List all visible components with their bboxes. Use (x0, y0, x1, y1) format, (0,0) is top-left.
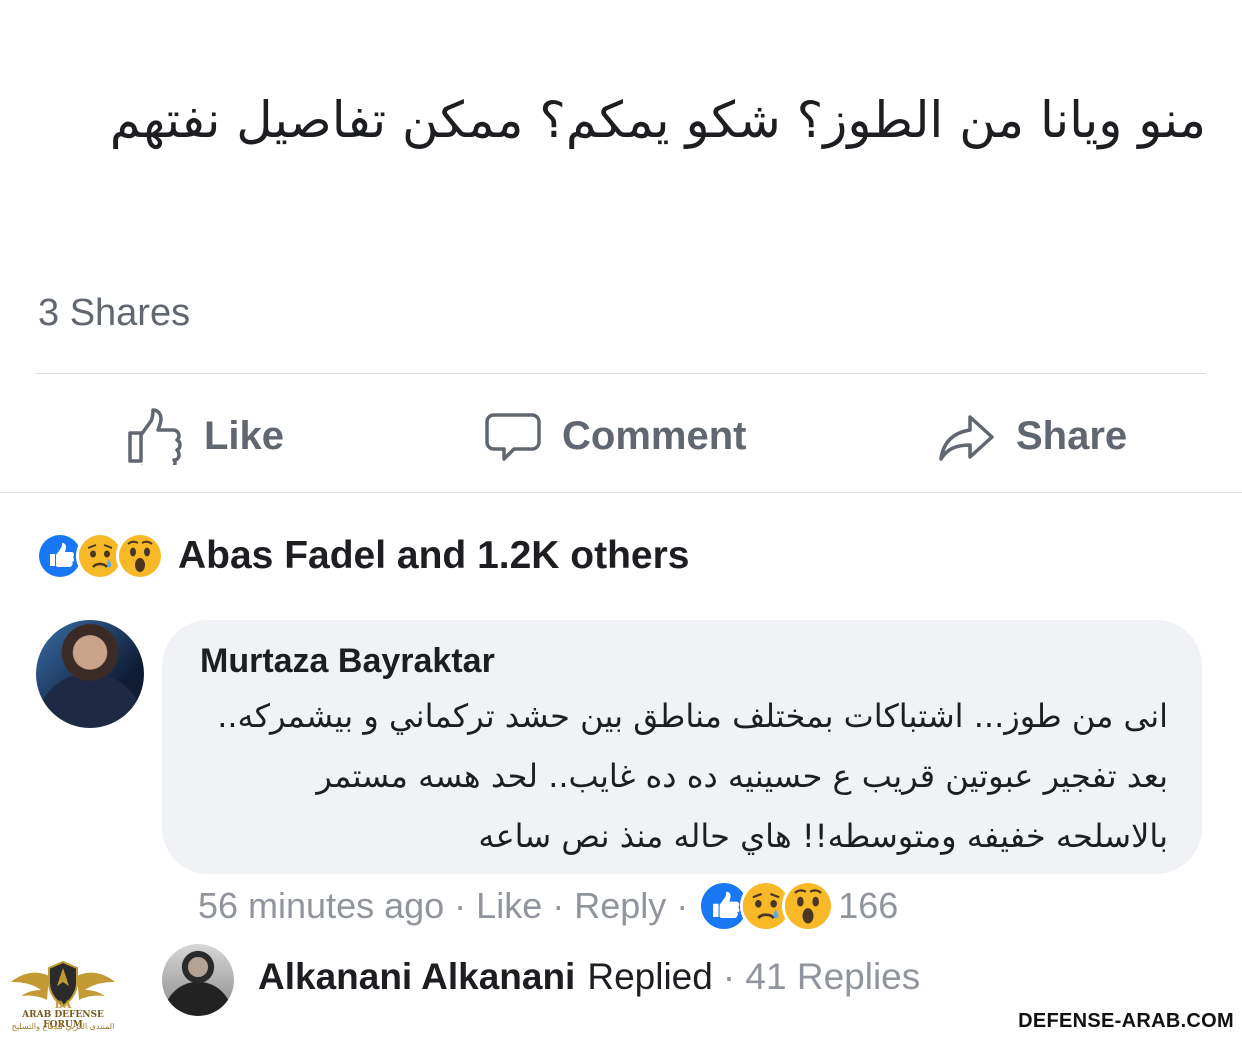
reply-author: Alkanani Alkanani (258, 956, 576, 997)
like-label: Like (204, 413, 285, 458)
replies-preview[interactable]: Alkanani Alkanani Replied · 41 Replies (258, 956, 920, 998)
divider (0, 492, 1242, 493)
comment-button[interactable]: Comment (484, 396, 746, 476)
like-button[interactable]: Like (126, 396, 284, 476)
comment-icon (485, 413, 541, 461)
post-text: منو ويانا من الطوز؟ شكو يمكم؟ ممكن تفاصي… (109, 91, 1206, 149)
reply-action: Replied (587, 956, 713, 997)
comment-bubble: Murtaza Bayraktar انى من طوز... اشتباكات… (162, 620, 1202, 874)
wow-reaction-icon (782, 880, 835, 932)
share-arrow-icon (939, 415, 994, 461)
comment-author[interactable]: Murtaza Bayraktar (200, 642, 495, 681)
winged-shield-icon: DA (11, 960, 115, 1011)
separator-dot: · (676, 885, 689, 926)
avatar[interactable] (162, 944, 234, 1016)
comment-timestamp[interactable]: 56 minutes ago (198, 885, 444, 927)
replies-count: · 41 Replies (722, 956, 921, 997)
action-bar: Like Comment Share (0, 396, 1242, 476)
forum-logo: DA ARAB DEFENSE FORUM المنتدى العربي للد… (8, 954, 118, 1036)
separator-dot: · (454, 885, 467, 926)
comment-like-link[interactable]: Like (476, 885, 542, 927)
share-label: Share (1016, 413, 1128, 458)
separator-dot: · (552, 885, 565, 926)
wow-reaction-icon (116, 532, 164, 580)
shares-count[interactable]: 3 Shares (38, 292, 190, 335)
thumbs-up-icon (128, 408, 182, 465)
watermark-site: DEFENSE-ARAB.COM (1018, 1010, 1234, 1032)
divider (36, 373, 1206, 374)
comment-meta: 56 minutes ago · Like · Reply · 166 (198, 880, 898, 932)
comment-reaction-count[interactable]: 166 (838, 885, 898, 927)
comment-text: انى من طوز... اشتباكات بمختلف مناطق بين … (217, 697, 1168, 855)
reactions-summary[interactable]: Abas Fadel and 1.2K others (36, 530, 689, 582)
share-button[interactable]: Share (938, 396, 1127, 476)
comment-label: Comment (562, 413, 747, 458)
comment-reply-link[interactable]: Reply (574, 885, 666, 927)
logo-subtitle: المنتدى العربي للدفاع والتسليح (11, 1022, 115, 1031)
reactions-summary-text: Abas Fadel and 1.2K others (178, 534, 690, 577)
avatar[interactable] (36, 620, 144, 728)
